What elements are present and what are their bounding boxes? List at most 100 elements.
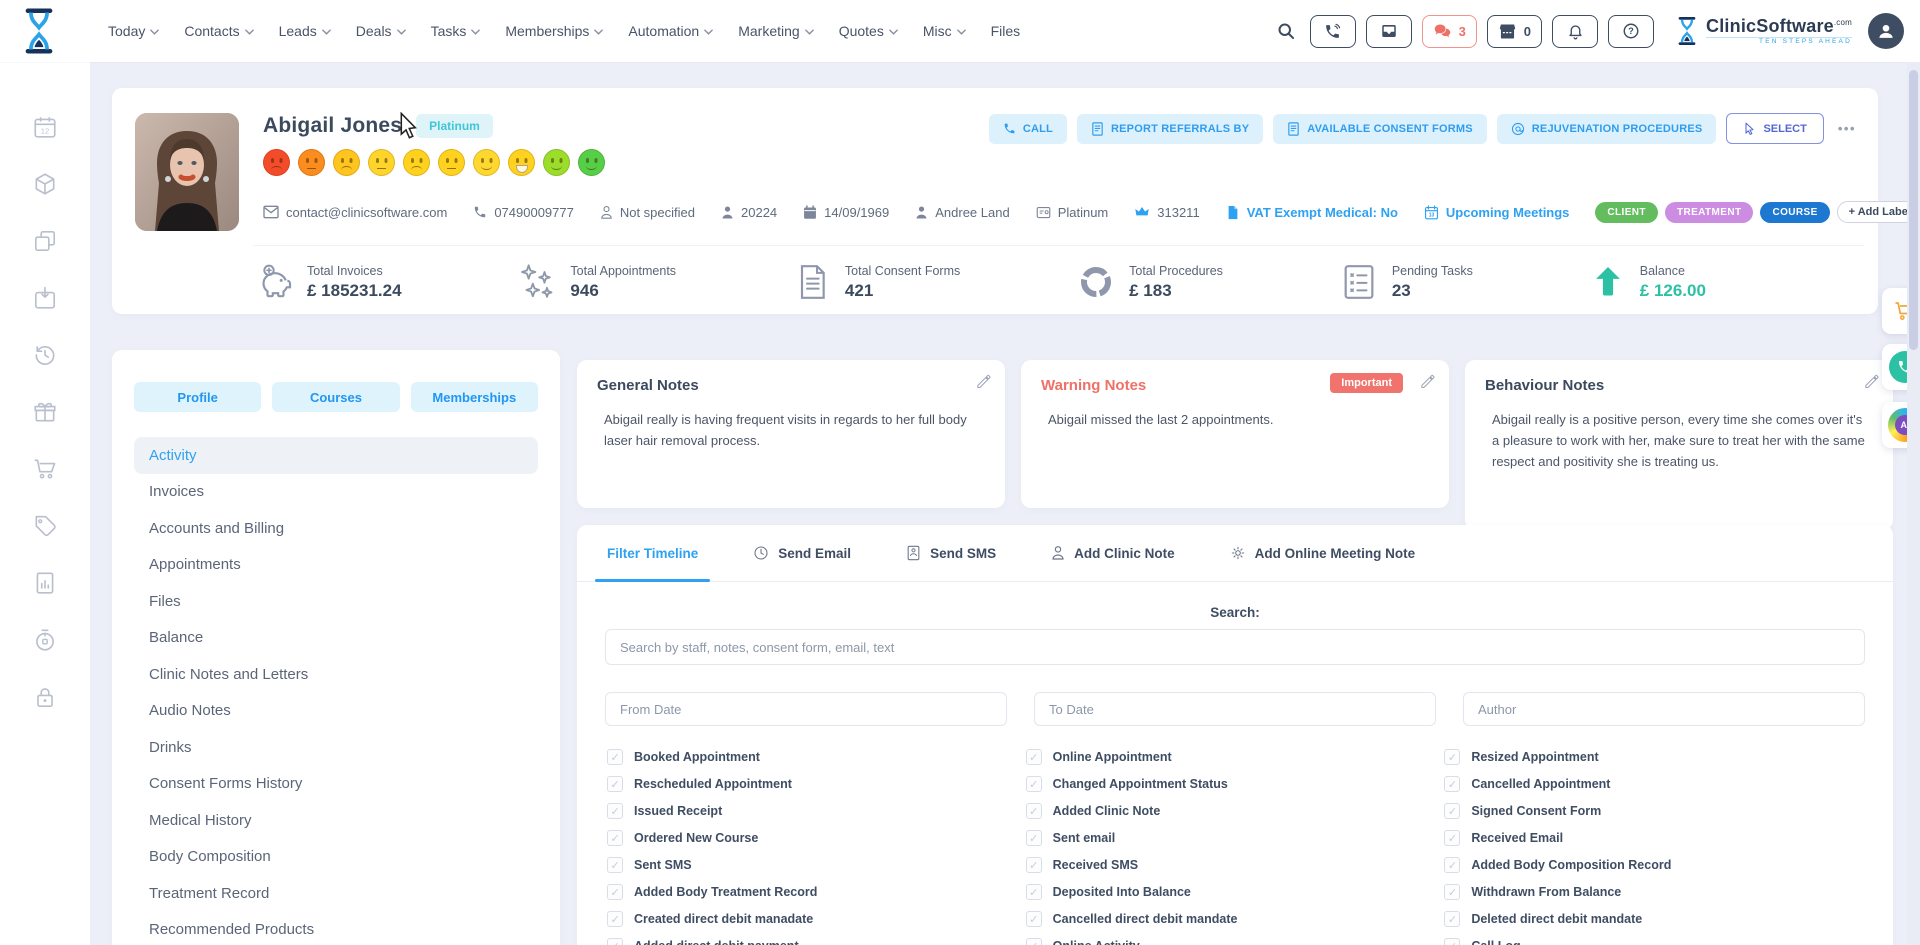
nav-item-leads[interactable]: Leads: [279, 23, 331, 39]
mood-1-icon[interactable]: [263, 149, 290, 176]
menu-item-body-composition[interactable]: Body Composition: [134, 839, 538, 876]
label-treatment[interactable]: TREATMENT: [1665, 202, 1754, 223]
gift-icon[interactable]: [32, 399, 58, 425]
tier-badge[interactable]: Platinum: [416, 114, 493, 138]
checkbox[interactable]: [1444, 938, 1460, 945]
checkbox[interactable]: [1444, 776, 1460, 792]
filter-received-sms[interactable]: Received SMS: [1026, 857, 1445, 873]
menu-item-accounts-and-billing[interactable]: Accounts and Billing: [134, 510, 538, 547]
vat-exempt-link[interactable]: VAT Exempt Medical: No: [1226, 205, 1398, 220]
checkbox[interactable]: [607, 911, 623, 927]
notifications-button[interactable]: [1552, 15, 1598, 48]
call-button[interactable]: CALL: [989, 114, 1067, 144]
checkbox[interactable]: [607, 749, 623, 765]
tab-send-email[interactable]: Send Email: [753, 525, 851, 581]
filter-deposited-into-balance[interactable]: Deposited Into Balance: [1026, 884, 1445, 900]
report-icon[interactable]: [32, 570, 58, 596]
filter-issued-receipt[interactable]: Issued Receipt: [607, 803, 1026, 819]
checkbox[interactable]: [1444, 830, 1460, 846]
mood-7-icon[interactable]: [473, 149, 500, 176]
tab-send-sms[interactable]: Send SMS: [906, 525, 996, 581]
checkbox[interactable]: [607, 830, 623, 846]
checkbox[interactable]: [1026, 884, 1042, 900]
filter-sent-email[interactable]: Sent email: [1026, 830, 1445, 846]
menu-item-invoices[interactable]: Invoices: [134, 474, 538, 511]
filter-online-activity[interactable]: Online Activity: [1026, 938, 1445, 945]
calendar-icon[interactable]: 12: [32, 114, 58, 140]
checkbox[interactable]: [607, 884, 623, 900]
nav-item-deals[interactable]: Deals: [356, 23, 406, 39]
nav-item-files[interactable]: Files: [991, 23, 1021, 39]
menu-item-files[interactable]: Files: [134, 583, 538, 620]
filter-call-log[interactable]: Call Log: [1444, 938, 1863, 945]
nav-item-misc[interactable]: Misc: [923, 23, 966, 39]
from-date-input[interactable]: [605, 692, 1007, 726]
more-options-button[interactable]: •••: [1834, 121, 1860, 136]
checkbox[interactable]: [1026, 830, 1042, 846]
mood-9-icon[interactable]: [543, 149, 570, 176]
checkbox[interactable]: [1026, 857, 1042, 873]
filter-added-body-treatment-record[interactable]: Added Body Treatment Record: [607, 884, 1026, 900]
filter-cancelled-direct-debit-mandate[interactable]: Cancelled direct debit mandate: [1026, 911, 1445, 927]
mood-3-icon[interactable]: [333, 149, 360, 176]
nav-item-tasks[interactable]: Tasks: [431, 23, 481, 39]
mood-4-icon[interactable]: [368, 149, 395, 176]
menu-item-appointments[interactable]: Appointments: [134, 547, 538, 584]
client-photo[interactable]: [135, 113, 239, 231]
label-course[interactable]: COURSE: [1760, 202, 1829, 223]
menu-item-audio-notes[interactable]: Audio Notes: [134, 693, 538, 730]
mood-6-icon[interactable]: [438, 149, 465, 176]
filter-added-clinic-note[interactable]: Added Clinic Note: [1026, 803, 1445, 819]
nav-item-today[interactable]: Today: [108, 23, 159, 39]
chat-button[interactable]: 3: [1422, 15, 1477, 48]
filter-added-body-composition-record[interactable]: Added Body Composition Record: [1444, 857, 1863, 873]
checkbox[interactable]: [1444, 911, 1460, 927]
nav-item-memberships[interactable]: Memberships: [505, 23, 603, 39]
mood-2-icon[interactable]: [298, 149, 325, 176]
dialer-button[interactable]: [1310, 15, 1356, 48]
history-icon[interactable]: [32, 342, 58, 368]
filter-deleted-direct-debit-mandate[interactable]: Deleted direct debit mandate: [1444, 911, 1863, 927]
inbox-button[interactable]: [1366, 15, 1412, 48]
user-avatar[interactable]: [1868, 13, 1904, 49]
timer-icon[interactable]: [32, 627, 58, 653]
nav-item-automation[interactable]: Automation: [628, 23, 713, 39]
mood-5-icon[interactable]: [403, 149, 430, 176]
checkbox[interactable]: [1444, 857, 1460, 873]
timeline-search-input[interactable]: [605, 629, 1865, 665]
nav-item-contacts[interactable]: Contacts: [184, 23, 253, 39]
filter-rescheduled-appointment[interactable]: Rescheduled Appointment: [607, 776, 1026, 792]
label-client[interactable]: CLIENT: [1595, 202, 1658, 223]
tab-courses[interactable]: Courses: [272, 382, 399, 412]
menu-item-clinic-notes-and-letters[interactable]: Clinic Notes and Letters: [134, 656, 538, 693]
checkbox[interactable]: [1026, 776, 1042, 792]
menu-item-treatment-record[interactable]: Treatment Record: [134, 875, 538, 912]
filter-added-direct-debit-payment[interactable]: Added direct debit payment: [607, 938, 1026, 945]
checkbox[interactable]: [1444, 884, 1460, 900]
tab-filter-timeline[interactable]: Filter Timeline: [607, 525, 698, 581]
filter-booked-appointment[interactable]: Booked Appointment: [607, 749, 1026, 765]
checkbox[interactable]: [1444, 749, 1460, 765]
menu-item-consent-forms-history[interactable]: Consent Forms History: [134, 766, 538, 803]
filter-created-direct-debit-mandate[interactable]: Created direct debit manadate: [607, 911, 1026, 927]
filter-online-appointment[interactable]: Online Appointment: [1026, 749, 1445, 765]
mood-10-icon[interactable]: [578, 149, 605, 176]
checkbox[interactable]: [607, 938, 623, 945]
checkbox[interactable]: [607, 857, 623, 873]
checkbox[interactable]: [607, 776, 623, 792]
filter-ordered-new-course[interactable]: Ordered New Course: [607, 830, 1026, 846]
checkbox[interactable]: [1026, 911, 1042, 927]
menu-item-drinks[interactable]: Drinks: [134, 729, 538, 766]
filter-cancelled-appointment[interactable]: Cancelled Appointment: [1444, 776, 1863, 792]
package-icon[interactable]: [32, 171, 58, 197]
tab-memberships[interactable]: Memberships: [411, 382, 538, 412]
pos-button[interactable]: 0: [1487, 15, 1542, 48]
checkbox[interactable]: [1026, 938, 1042, 945]
filter-changed-appointment-status[interactable]: Changed Appointment Status: [1026, 776, 1445, 792]
menu-item-activity[interactable]: Activity: [134, 437, 538, 474]
copy-icon[interactable]: [32, 228, 58, 254]
report-referrals-button[interactable]: REPORT REFERRALS BY: [1077, 114, 1263, 144]
lock-icon[interactable]: [32, 684, 58, 710]
checkbox[interactable]: [1444, 803, 1460, 819]
filter-signed-consent-form[interactable]: Signed Consent Form: [1444, 803, 1863, 819]
